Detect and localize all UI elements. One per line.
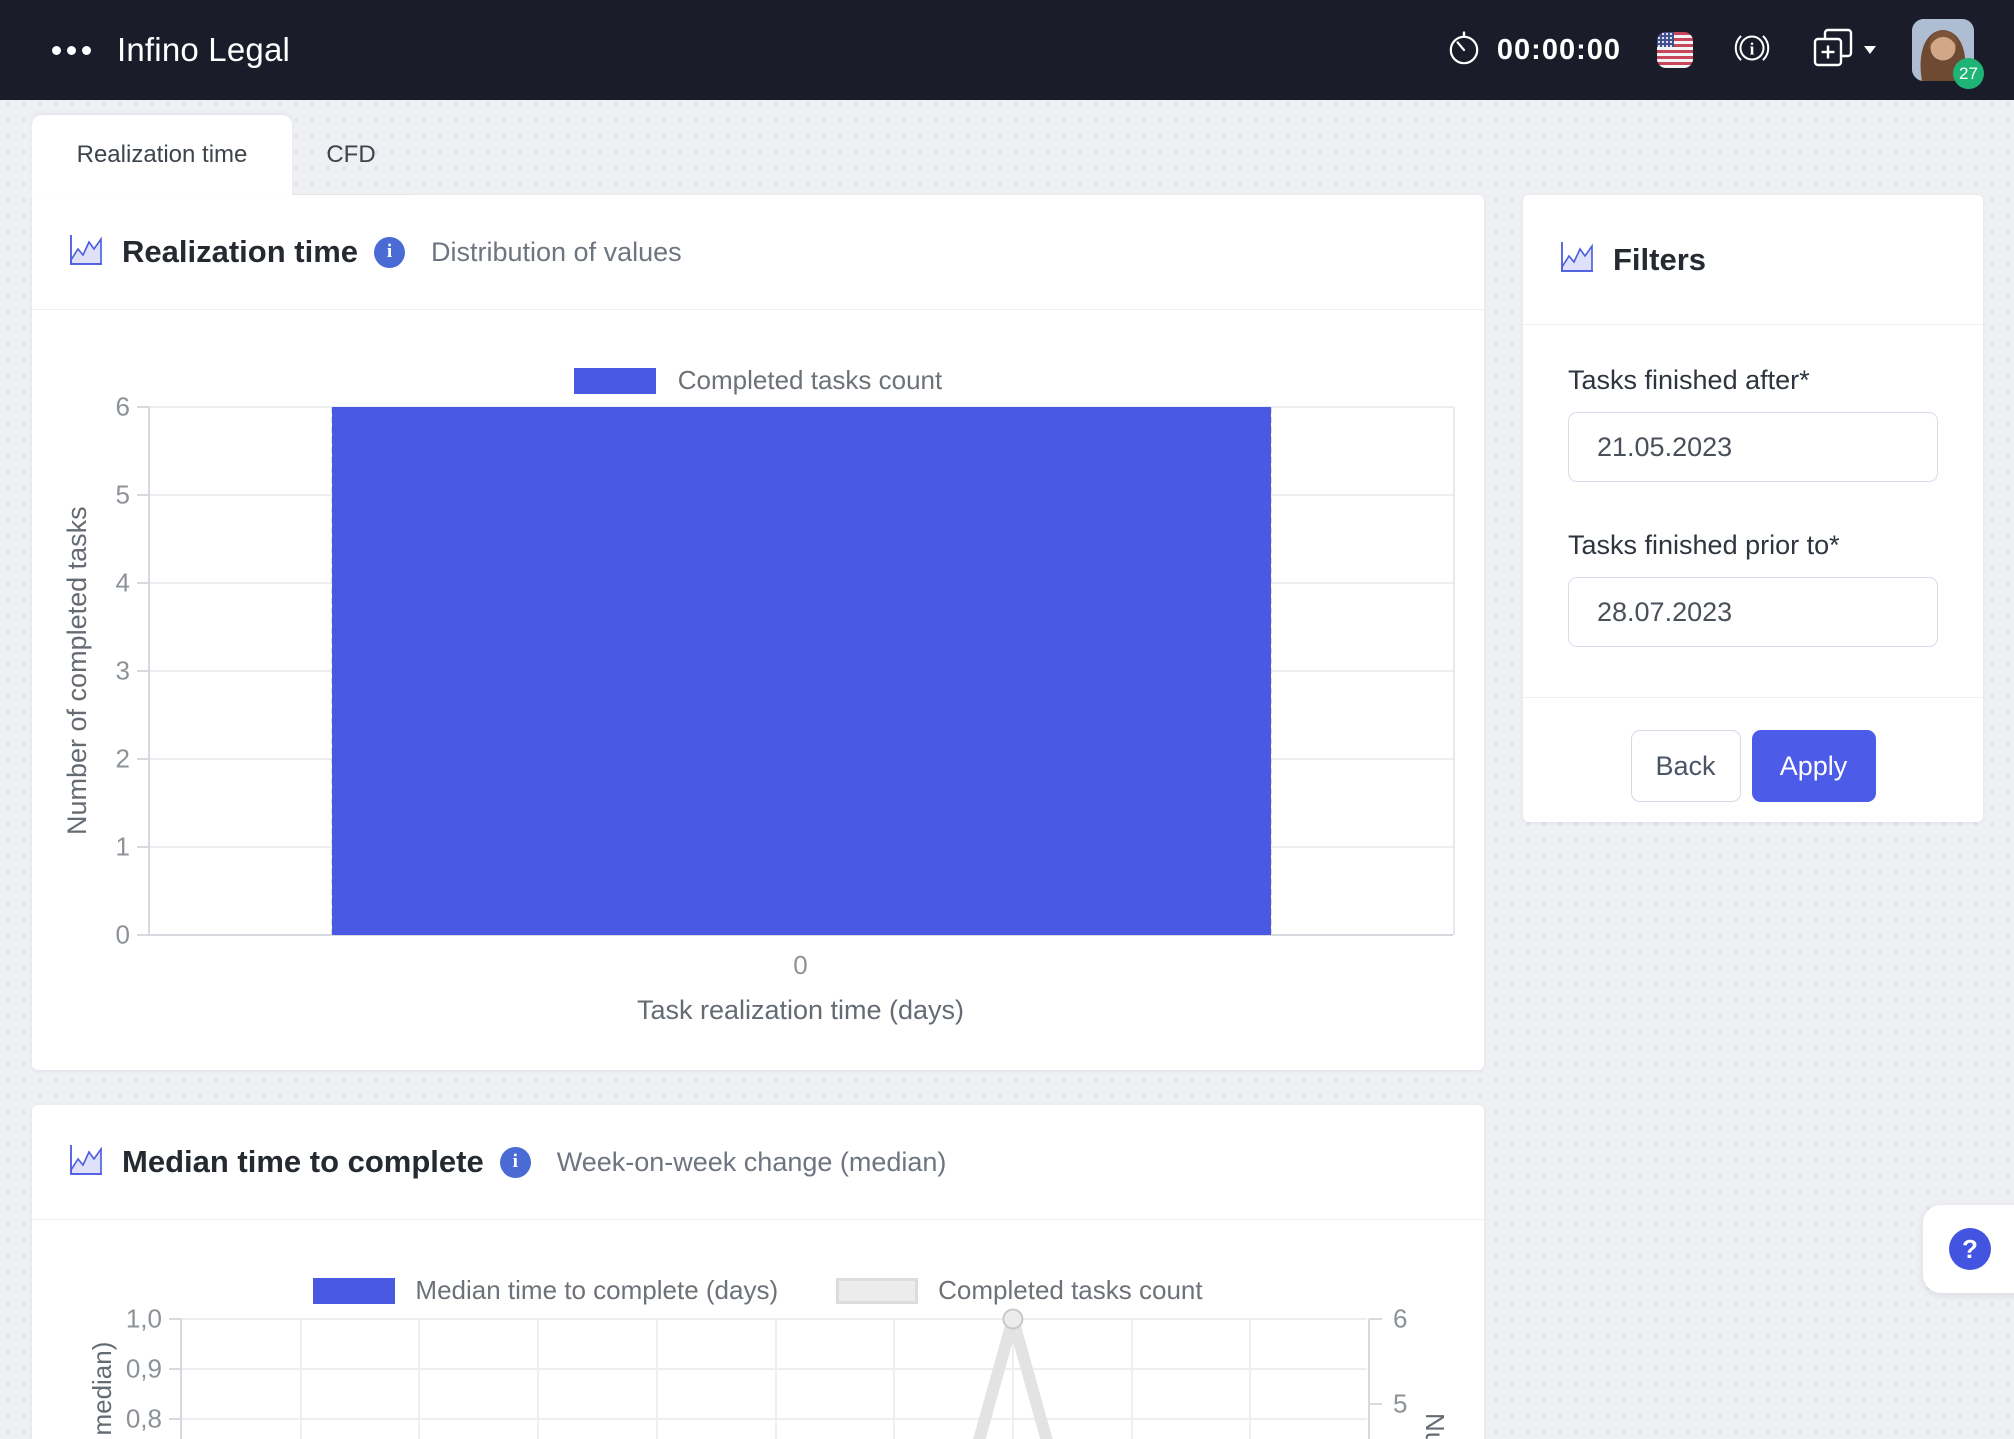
stopwatch-icon — [1445, 29, 1483, 72]
date-input-finished-after[interactable] — [1568, 412, 1938, 482]
y-tick-mark — [137, 670, 150, 672]
timer[interactable]: 00:00:00 — [1445, 29, 1621, 72]
left-tick-label: 1,0 — [110, 1304, 162, 1335]
y-tick-mark — [137, 934, 150, 936]
timer-value: 00:00:00 — [1497, 34, 1621, 67]
y-tick-mark — [169, 1368, 182, 1370]
realization-time-card: Realization time i Distribution of value… — [32, 195, 1484, 1070]
field-label-finished-after: Tasks finished after* — [1568, 365, 1938, 396]
card-header: Median time to complete i Week-on-week c… — [32, 1105, 1484, 1220]
completed-tasks-bar — [332, 407, 1270, 935]
legend-swatch — [313, 1278, 395, 1304]
left-tick-label: 0,8 — [110, 1404, 162, 1435]
app-title: Infino Legal — [117, 31, 290, 69]
legend-label: Completed tasks count — [938, 1275, 1202, 1306]
svg-text:i: i — [1750, 39, 1755, 58]
card-subtitle: Week-on-week change (median) — [557, 1147, 947, 1178]
median-time-card: Median time to complete i Week-on-week c… — [32, 1105, 1484, 1439]
legend-label: Completed tasks count — [678, 365, 942, 396]
x-axis-title: Task realization time (days) — [148, 995, 1453, 1026]
y-axis-title: Number of completed tasks — [62, 407, 93, 935]
new-window-button[interactable] — [1811, 27, 1876, 74]
right-axis-title: Number of completed tasks — [1419, 1413, 1450, 1439]
y-tick-mark — [1369, 1403, 1382, 1405]
bar-chart-plot: 6543210 — [148, 407, 1453, 935]
y-tick-mark — [137, 582, 150, 584]
tab-bar: Realization time CFD — [32, 115, 410, 195]
app-header: Infino Legal 00:00:00 i — [0, 0, 2014, 100]
avatar[interactable]: 27 — [1912, 19, 1974, 81]
header-actions: 00:00:00 i — [1445, 19, 1974, 81]
notification-badge: 27 — [1953, 58, 1984, 89]
legend-swatch — [574, 368, 656, 394]
y-tick-mark — [169, 1318, 182, 1320]
card-title: Realization time — [122, 234, 358, 270]
left-tick-label: 0,9 — [110, 1354, 162, 1385]
apply-button[interactable]: Apply — [1752, 730, 1876, 802]
menu-icon[interactable] — [52, 46, 91, 55]
chart-legend: Median time to complete (days) Completed… — [32, 1275, 1484, 1306]
back-button[interactable]: Back — [1631, 730, 1741, 802]
y-tick-mark — [137, 494, 150, 496]
legend-label: Median time to complete (days) — [415, 1275, 778, 1306]
legend-item[interactable]: Completed tasks count — [574, 365, 942, 396]
us-flag-icon[interactable] — [1657, 32, 1693, 68]
card-title: Median time to complete — [122, 1144, 484, 1180]
y-tick-mark — [1369, 1318, 1382, 1320]
filters-footer: Back Apply — [1523, 698, 1983, 802]
y-tick-mark — [137, 846, 150, 848]
area-chart-icon — [1557, 238, 1595, 281]
line-peak-marker — [1003, 1310, 1022, 1329]
about-info-icon[interactable]: i — [1729, 25, 1775, 76]
completed-tasks-line — [182, 1319, 1369, 1439]
filters-body: Tasks finished after* Tasks finished pri… — [1523, 325, 1983, 695]
card-header: Realization time i Distribution of value… — [32, 195, 1484, 310]
card-header: Filters — [1523, 195, 1983, 325]
info-icon[interactable]: i — [500, 1147, 531, 1178]
info-icon[interactable]: i — [374, 237, 405, 268]
y-tick-mark — [169, 1418, 182, 1420]
area-chart-icon — [66, 231, 104, 274]
legend-swatch — [836, 1278, 918, 1304]
plot-right-border — [1453, 407, 1455, 935]
help-button[interactable]: ? — [1923, 1205, 2014, 1293]
tab-realization-time[interactable]: Realization time — [32, 115, 292, 195]
right-tick-label: 5 — [1393, 1389, 1407, 1420]
legend-item[interactable]: Median time to complete (days) — [313, 1275, 778, 1306]
question-mark-icon: ? — [1949, 1228, 1991, 1270]
chart-legend: Completed tasks count — [32, 365, 1484, 396]
card-subtitle: Distribution of values — [431, 237, 682, 268]
area-chart-icon — [66, 1141, 104, 1184]
field-label-finished-prior: Tasks finished prior to* — [1568, 530, 1938, 561]
tab-cfd[interactable]: CFD — [292, 115, 410, 195]
new-window-icon — [1811, 27, 1855, 74]
card-title: Filters — [1613, 242, 1706, 278]
legend-item[interactable]: Completed tasks count — [836, 1275, 1202, 1306]
chevron-down-icon — [1864, 46, 1876, 54]
date-input-finished-prior[interactable] — [1568, 577, 1938, 647]
y-tick-mark — [137, 406, 150, 408]
filters-card: Filters Tasks finished after* Tasks fini… — [1523, 195, 1983, 822]
right-tick-label: 6 — [1393, 1304, 1407, 1335]
line-chart-plot: s, median) Number of completed tasks 1,0… — [180, 1319, 1367, 1439]
x-tick-label: 0 — [148, 950, 1453, 981]
y-tick-mark — [137, 758, 150, 760]
